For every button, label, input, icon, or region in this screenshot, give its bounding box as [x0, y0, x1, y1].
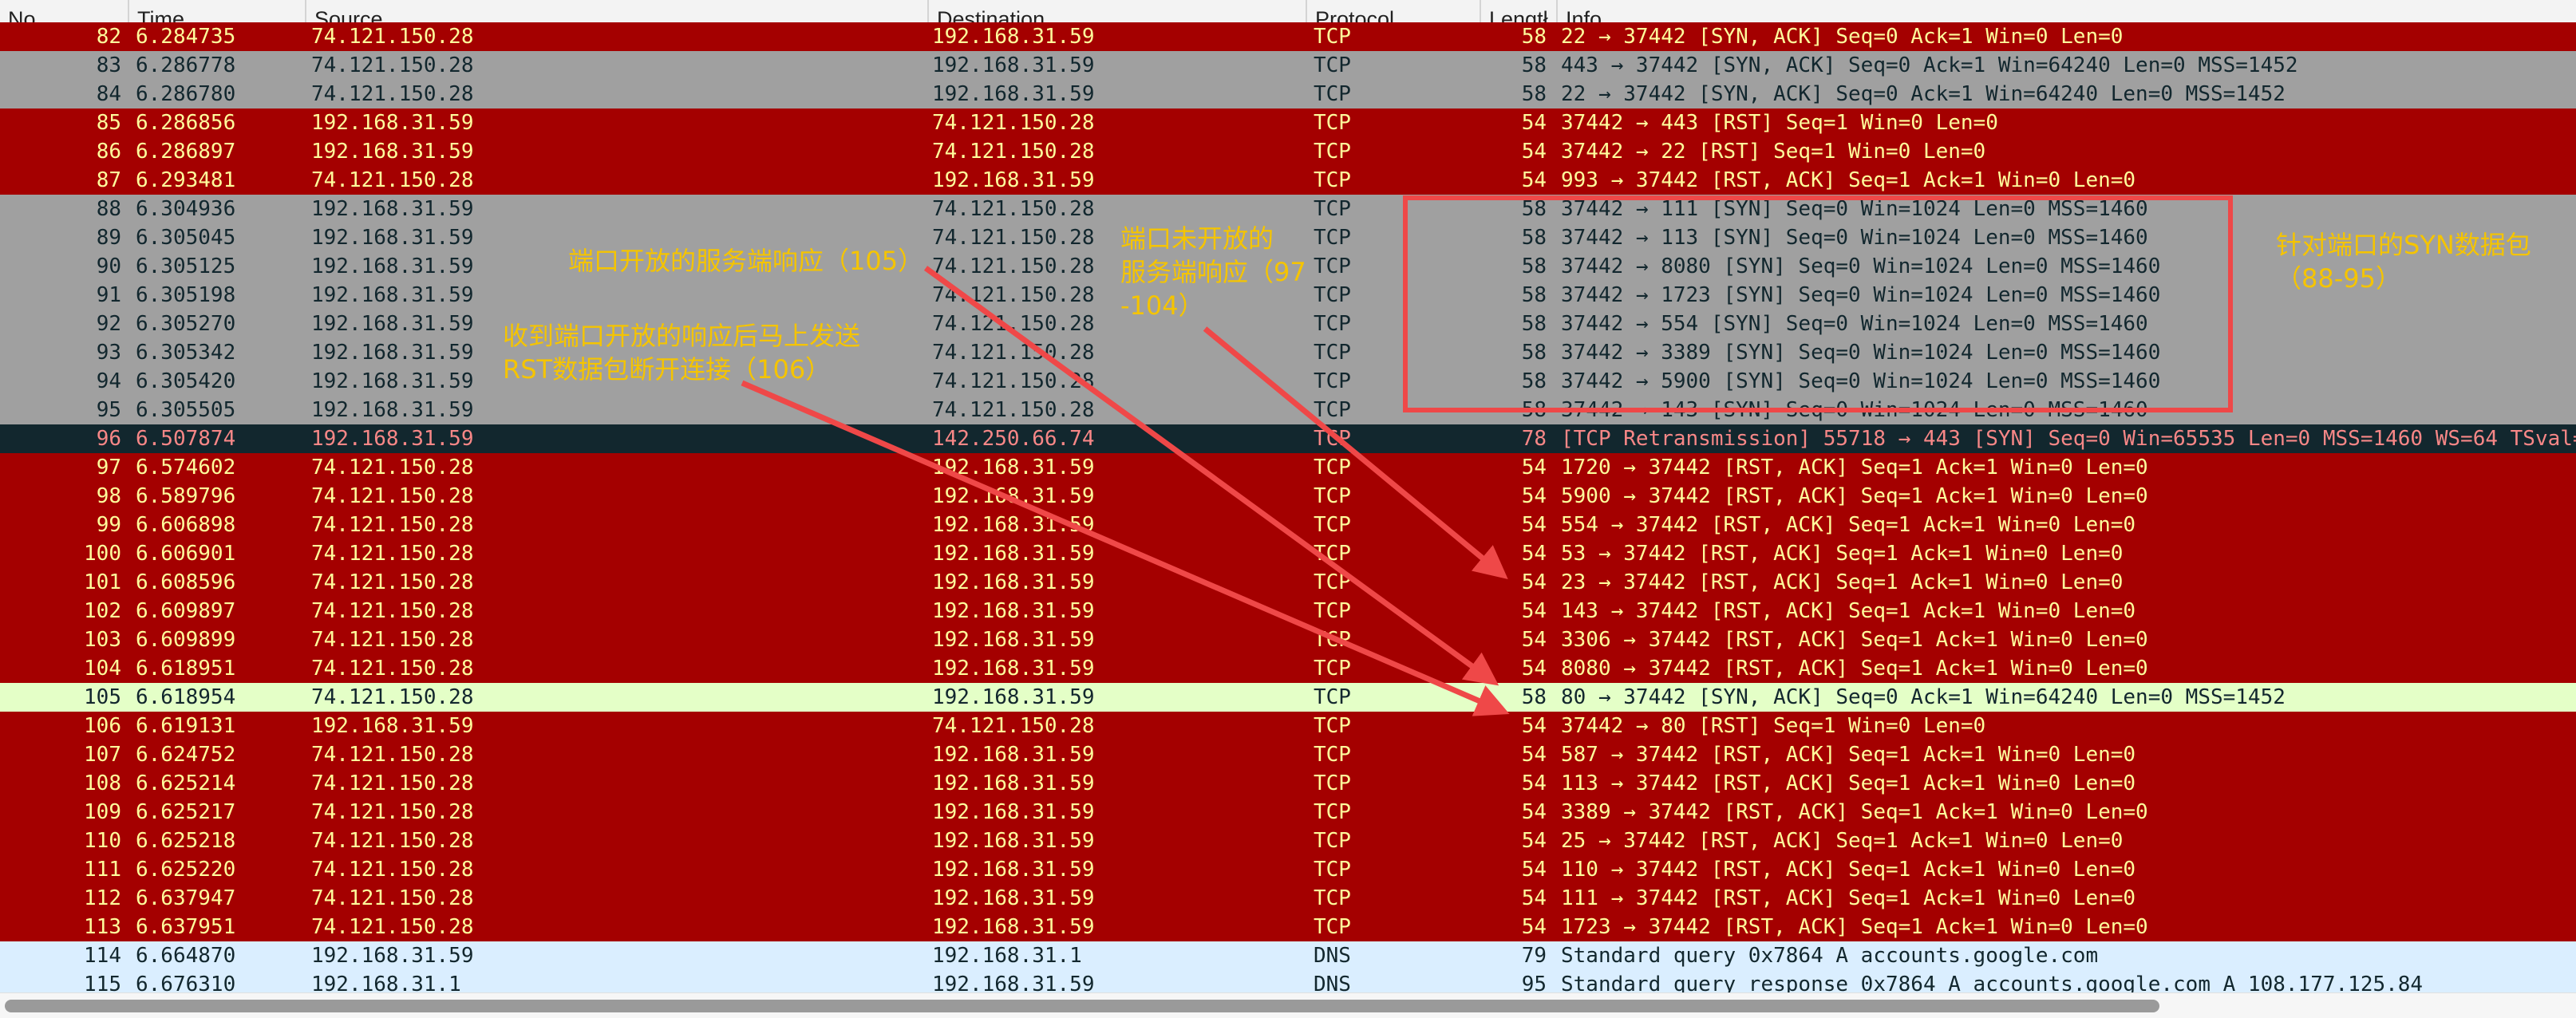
annotation-closed-port-line1: 端口未开放的 [1120, 223, 1274, 254]
arrow-to-106 [741, 380, 1510, 716]
arrow-to-101 [1203, 326, 1508, 580]
annotation-closed-port: 端口未开放的 服务端响应（97 -104） [1120, 222, 1306, 322]
annotation-syn-line2: （88-95） [2276, 263, 2401, 294]
annotation-rst-line2: RST数据包断开连接（106） [503, 354, 832, 385]
scrollbar-thumb[interactable] [5, 1000, 2159, 1012]
annotation-rst-after-open: 收到端口开放的响应后马上发送 RST数据包断开连接（106） [503, 319, 860, 386]
horizontal-scrollbar[interactable] [0, 992, 2576, 1018]
annotation-arrows [741, 266, 1510, 716]
annotation-syn-line1: 针对端口的SYN数据包 [2276, 230, 2531, 260]
annotation-closed-port-line3: -104） [1120, 290, 1204, 321]
packet-list-pane: No. Time Source Destination Protocol Len… [0, 0, 2576, 1018]
annotation-syn-probe: 针对端口的SYN数据包 （88-95） [2276, 228, 2531, 295]
annotation-closed-port-line2: 服务端响应（97 [1120, 257, 1306, 287]
annotation-rst-line1: 收到端口开放的响应后马上发送 [503, 321, 861, 351]
annotation-open-port: 端口开放的服务端响应（105） [568, 246, 924, 276]
